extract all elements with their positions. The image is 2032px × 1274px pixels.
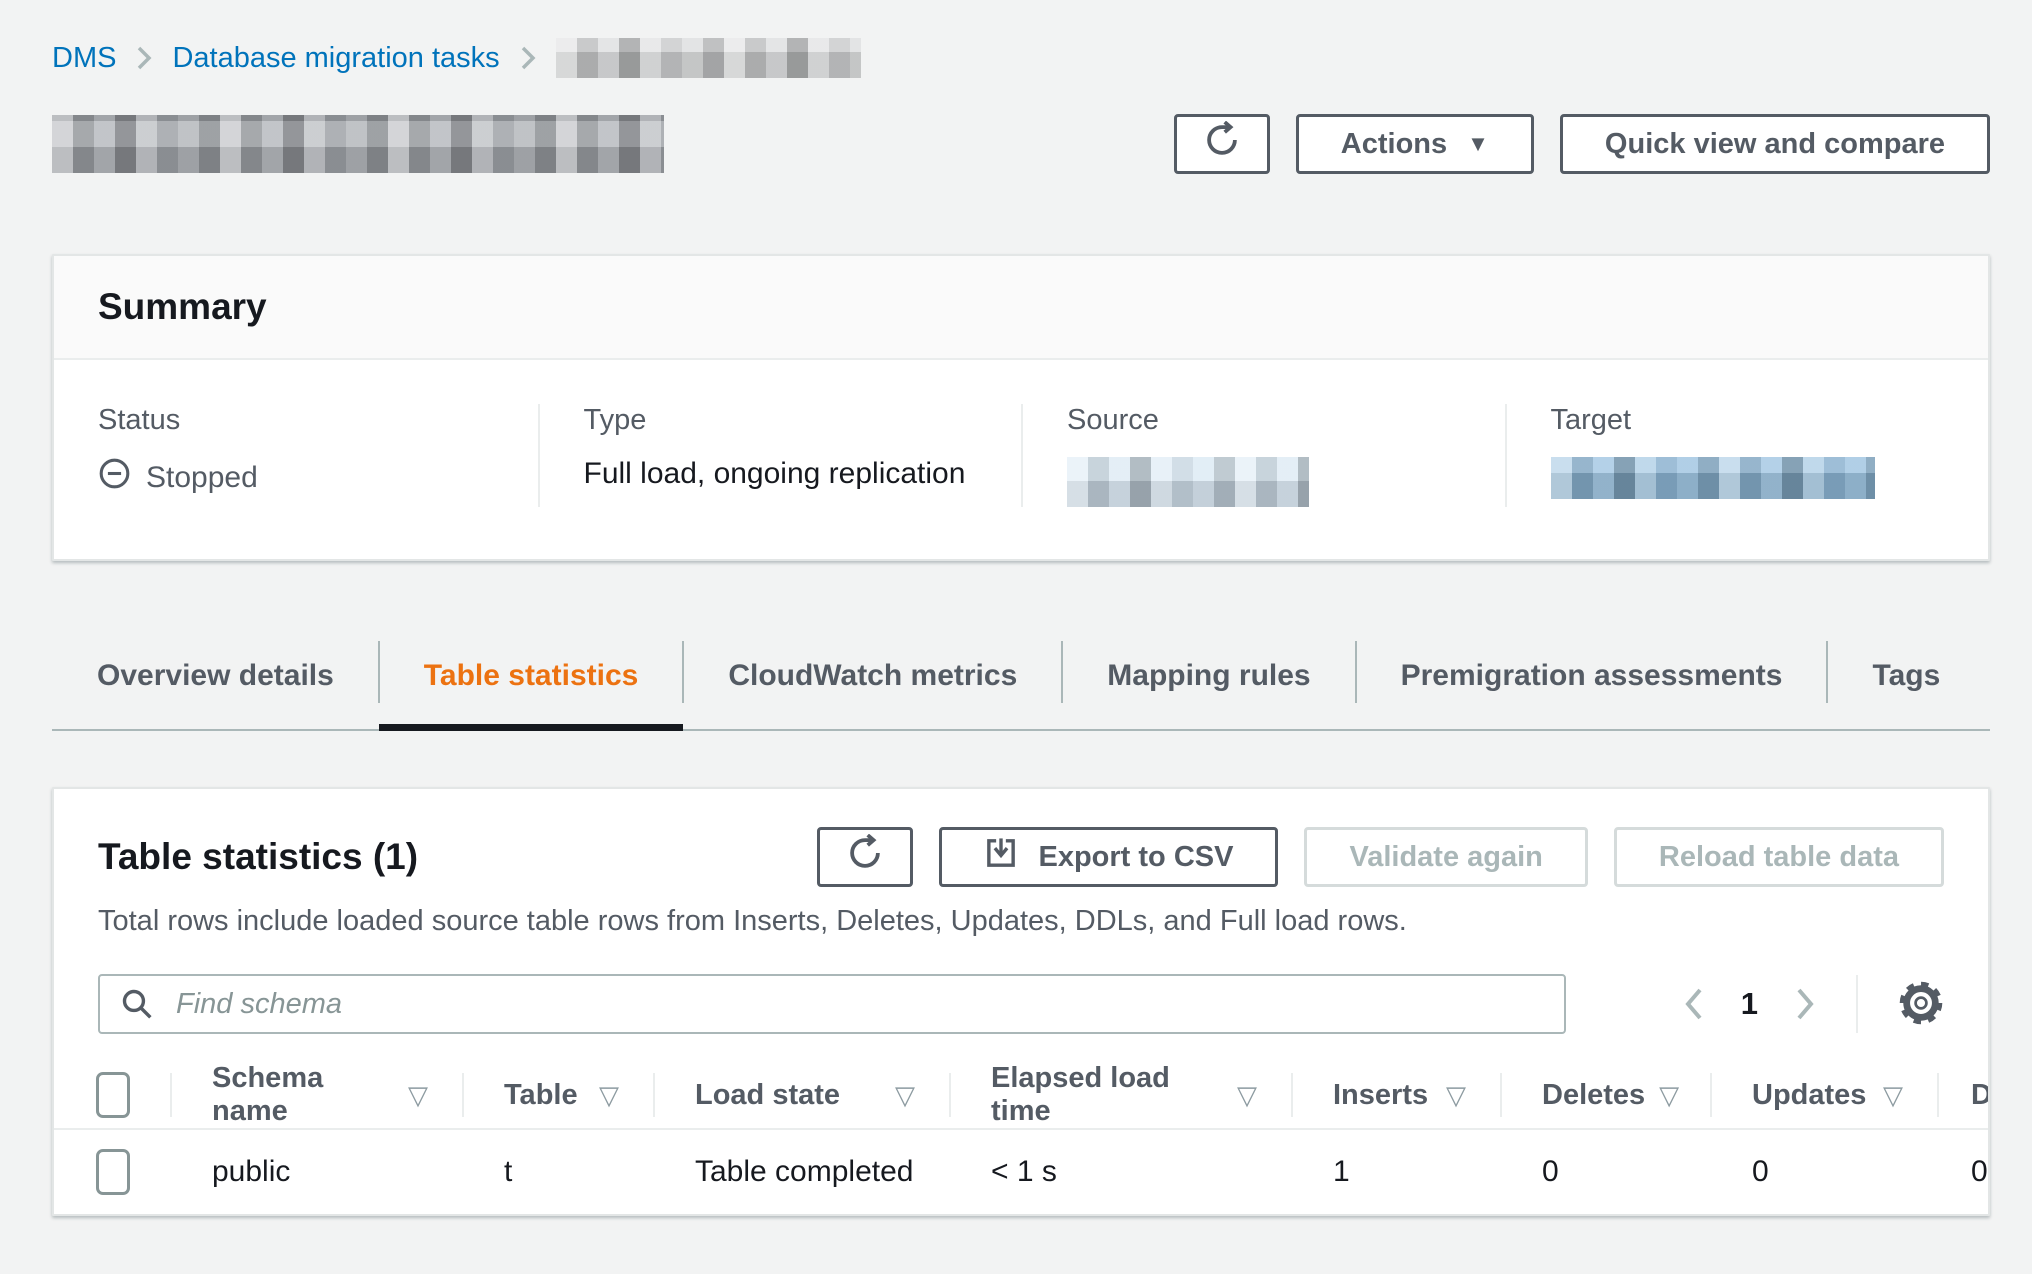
quick-view-label: Quick view and compare [1605, 128, 1945, 161]
header-select-cell [54, 1062, 172, 1128]
previous-page-button[interactable] [1683, 986, 1705, 1022]
refresh-button[interactable] [1174, 114, 1270, 174]
chevron-right-icon [136, 45, 152, 71]
table-preferences-button[interactable] [1898, 980, 1944, 1029]
table-statistics-title: Table statistics (1) [98, 836, 418, 878]
reload-table-data-button[interactable]: Reload table data [1614, 827, 1944, 887]
pager-divider [1856, 975, 1858, 1033]
reload-table-data-label: Reload table data [1659, 841, 1899, 874]
column-label: Schema name [212, 1062, 394, 1128]
summary-source-field: Source [1021, 404, 1505, 507]
cell-deletes: 0 [1502, 1155, 1712, 1189]
status-value: Stopped [98, 457, 494, 498]
cell-schema-name: public [172, 1155, 464, 1189]
quick-view-and-compare-button[interactable]: Quick view and compare [1560, 114, 1990, 174]
column-label: Deletes [1542, 1079, 1645, 1112]
filter-icon[interactable]: ▽ [1446, 1080, 1466, 1111]
column-header-inserts[interactable]: Inserts ▽ [1293, 1062, 1502, 1128]
select-all-checkbox[interactable] [96, 1072, 130, 1118]
search-icon [120, 987, 154, 1026]
summary-target-field: Target [1505, 404, 1989, 507]
column-header-elapsed-load-time[interactable]: Elapsed load time ▽ [951, 1062, 1293, 1128]
type-value: Full load, ongoing replication [584, 457, 978, 491]
row-select-cell [54, 1149, 172, 1195]
filter-icon[interactable]: ▽ [1883, 1080, 1903, 1111]
column-header-table[interactable]: Table ▽ [464, 1062, 655, 1128]
row-checkbox[interactable] [96, 1149, 130, 1195]
cell-table: t [464, 1155, 655, 1189]
status-label: Status [98, 404, 494, 437]
column-label: Updates [1752, 1079, 1866, 1112]
pagination: 1 [1683, 975, 1944, 1033]
actions-button[interactable]: Actions ▼ [1296, 114, 1534, 174]
tab-table-statistics[interactable]: Table statistics [379, 635, 684, 729]
filter-icon[interactable]: ▽ [1659, 1080, 1679, 1111]
column-header-schema-name[interactable]: Schema name ▽ [172, 1062, 464, 1128]
caret-down-icon: ▼ [1467, 133, 1489, 155]
export-to-csv-label: Export to CSV [1038, 841, 1233, 874]
cell-updates: 0 [1712, 1155, 1939, 1189]
column-header-updates[interactable]: Updates ▽ [1712, 1062, 1939, 1128]
refresh-icon [1203, 121, 1241, 167]
gear-icon [1898, 980, 1944, 1029]
chevron-right-icon [520, 45, 536, 71]
tab-tags[interactable]: Tags [1827, 635, 1985, 729]
export-to-csv-button[interactable]: Export to CSV [939, 827, 1278, 887]
page-header: Actions ▼ Quick view and compare [52, 114, 1990, 174]
breadcrumb: DMS Database migration tasks [52, 38, 1990, 78]
tab-premigration-assessments[interactable]: Premigration assessments [1356, 635, 1828, 729]
redacted-task-name-breadcrumb [556, 38, 861, 78]
stopped-status-icon [98, 457, 131, 498]
tab-overview-details[interactable]: Overview details [52, 635, 379, 729]
status-text: Stopped [146, 461, 258, 495]
download-icon [984, 836, 1018, 878]
table-statistics-description: Total rows include loaded source table r… [54, 887, 1988, 938]
column-label: Elapsed load time [991, 1062, 1223, 1128]
column-label: Inserts [1333, 1079, 1428, 1112]
type-label: Type [584, 404, 978, 437]
column-header-deletes[interactable]: Deletes ▽ [1502, 1062, 1712, 1128]
table-row: public t Table completed < 1 s 1 0 0 0 [54, 1128, 1988, 1214]
breadcrumb-dms-link[interactable]: DMS [52, 42, 116, 75]
cell-ddls: 0 [1939, 1155, 1988, 1189]
tab-cloudwatch-metrics[interactable]: CloudWatch metrics [683, 635, 1062, 729]
validate-again-button[interactable]: Validate again [1304, 827, 1587, 887]
redacted-page-title [52, 115, 664, 173]
summary-status-field: Status Stopped [54, 404, 538, 507]
cell-elapsed-load-time: < 1 s [951, 1155, 1293, 1189]
summary-panel: Summary Status Stopped Type Full load, o… [52, 254, 1990, 561]
summary-type-field: Type Full load, ongoing replication [538, 404, 1022, 507]
actions-button-label: Actions [1341, 128, 1447, 161]
cell-inserts: 1 [1293, 1155, 1502, 1189]
source-label: Source [1067, 404, 1461, 437]
filter-icon[interactable]: ▽ [895, 1080, 915, 1111]
current-page-number: 1 [1741, 986, 1758, 1022]
find-schema-input[interactable] [98, 974, 1566, 1034]
next-page-button[interactable] [1794, 986, 1816, 1022]
task-detail-tabs: Overview details Table statistics CloudW… [52, 635, 1990, 731]
validate-again-label: Validate again [1349, 841, 1542, 874]
column-header-ddls[interactable]: D [1939, 1062, 1988, 1128]
redacted-source-endpoint [1067, 457, 1309, 507]
table-refresh-button[interactable] [817, 827, 913, 887]
breadcrumb-tasks-link[interactable]: Database migration tasks [172, 42, 499, 75]
schema-search [98, 974, 1566, 1034]
dms-task-page: DMS Database migration tasks Actions [0, 0, 2032, 1216]
refresh-icon [846, 834, 884, 880]
redacted-target-endpoint [1551, 457, 1875, 499]
column-label: D [1971, 1079, 1988, 1112]
table-header-row: Schema name ▽ Table ▽ Load state ▽ Elaps… [54, 1062, 1988, 1128]
column-header-load-state[interactable]: Load state ▽ [655, 1062, 951, 1128]
column-label: Table [504, 1079, 578, 1112]
target-label: Target [1551, 404, 1945, 437]
table-statistics-table: Schema name ▽ Table ▽ Load state ▽ Elaps… [54, 1062, 1988, 1214]
cell-load-state: Table completed [655, 1155, 951, 1189]
filter-icon[interactable]: ▽ [599, 1080, 619, 1111]
tab-mapping-rules[interactable]: Mapping rules [1062, 635, 1355, 729]
filter-icon[interactable]: ▽ [408, 1080, 428, 1111]
filter-icon[interactable]: ▽ [1237, 1080, 1257, 1111]
column-label: Load state [695, 1079, 840, 1112]
summary-title: Summary [54, 256, 1988, 360]
table-statistics-panel: Table statistics (1) Export to CSV [52, 787, 1990, 1216]
